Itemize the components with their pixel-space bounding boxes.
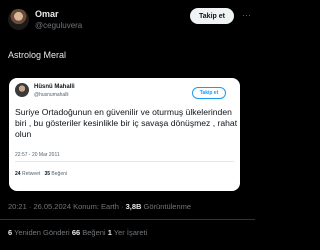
- reposts-label[interactable]: Yeniden Gönderi: [12, 228, 72, 237]
- quoted-likes-count: 35: [44, 171, 51, 177]
- likes-count[interactable]: 66: [72, 228, 80, 237]
- author-handle[interactable]: @ceguluvera: [35, 21, 82, 30]
- author-avatar[interactable]: [8, 9, 29, 30]
- quoted-timestamp: 22:57 - 20 Mar 2011: [15, 152, 60, 158]
- post-location: Konum: Earth ·: [71, 202, 126, 211]
- likes-label[interactable]: Beğeni: [80, 228, 108, 237]
- follow-button[interactable]: Takip et: [190, 8, 234, 24]
- post-date[interactable]: 26.05.2024: [33, 202, 71, 211]
- quoted-author-name[interactable]: Hüsnü Mahalli: [34, 84, 75, 90]
- views-count: 3,8B: [125, 202, 142, 211]
- quoted-author-handle[interactable]: @husnumahalli: [34, 92, 69, 98]
- more-options-icon[interactable]: ···: [242, 10, 251, 20]
- quoted-follow-button[interactable]: Takip et: [192, 87, 226, 99]
- quoted-retweets-label: Retweet: [21, 171, 41, 177]
- quoted-likes-label: Beğeni: [51, 171, 67, 177]
- post-meta: 20:21 · 26.05.2024 Konum: Earth · 3,8B G…: [8, 202, 191, 211]
- quoted-tweet-card[interactable]: Hüsnü Mahalli @husnumahalli Takip et Sur…: [9, 78, 240, 191]
- quoted-avatar[interactable]: [15, 83, 29, 97]
- bookmarks-label[interactable]: Yer İşareti: [112, 228, 148, 237]
- views-label: Görüntülenme: [141, 202, 192, 211]
- stats-divider: [0, 219, 255, 220]
- post-time[interactable]: 20:21: [8, 202, 27, 211]
- quoted-text: Suriye Ortadoğunun en güvenilir ve oturm…: [15, 107, 238, 139]
- quoted-retweets-count: 24: [15, 171, 21, 177]
- post-text: Astrolog Meral: [8, 50, 67, 60]
- quoted-stats: 24 Retweet 35 Beğeni: [15, 171, 67, 177]
- quoted-divider: [15, 161, 234, 162]
- author-name[interactable]: Omar: [35, 9, 59, 19]
- engagement-stats: 6 Yeniden Gönderi 66 Beğeni 1 Yer İşaret…: [8, 228, 147, 237]
